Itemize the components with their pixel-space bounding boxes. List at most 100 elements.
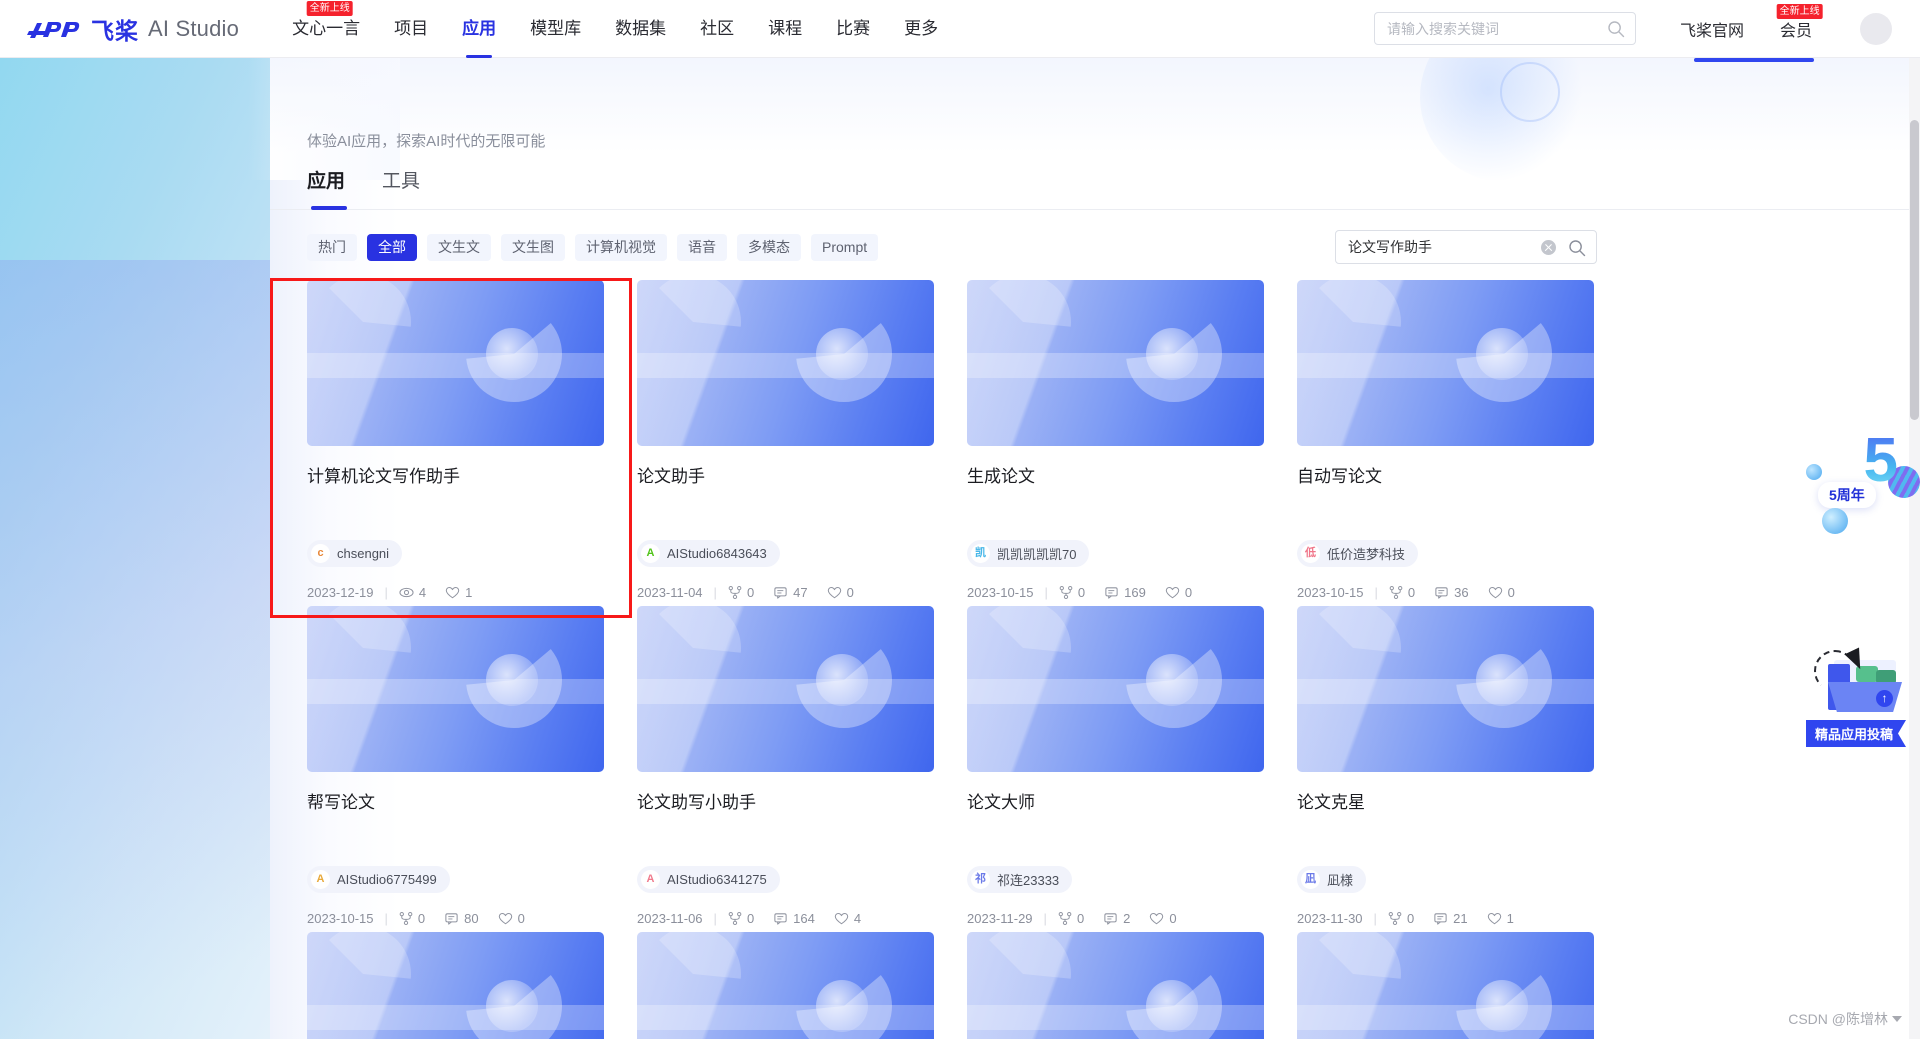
- filter-chip-3[interactable]: 文生图: [501, 234, 565, 261]
- app-submission-widget[interactable]: ↑ 精品应用投稿: [1800, 638, 1920, 748]
- likes-stat[interactable]: 0: [1165, 585, 1192, 600]
- filter-chip-6[interactable]: 多模态: [737, 234, 801, 261]
- nav-item-6[interactable]: 课程: [751, 0, 819, 58]
- app-card-thumbnail[interactable]: [307, 606, 604, 772]
- app-card[interactable]: 自动写论文低低价造梦科技2023-10-15|0360: [1297, 280, 1594, 600]
- clear-search-icon[interactable]: [1541, 240, 1556, 255]
- app-card-thumbnail[interactable]: [307, 280, 604, 446]
- app-card[interactable]: 论文克星凪凪様2023-11-30|0211: [1297, 606, 1594, 926]
- filter-chip-2[interactable]: 文生文: [427, 234, 491, 261]
- top-link-1[interactable]: 全新上线会员: [1780, 17, 1812, 41]
- nav-item-2[interactable]: 应用: [445, 0, 513, 58]
- app-card[interactable]: 生成论文凯凯凯凯凯凯702023-10-15|01690: [967, 280, 1264, 600]
- nav-item-label: 项目: [394, 19, 428, 38]
- app-card[interactable]: 帮写论文AAIStudio67754992023-10-15|0800: [307, 606, 604, 926]
- app-card-thumbnail[interactable]: [1297, 932, 1594, 1039]
- app-search-icon[interactable]: [1568, 239, 1586, 257]
- app-card-author[interactable]: AAIStudio6341275: [637, 866, 780, 893]
- tab-1[interactable]: 工具: [382, 152, 420, 210]
- app-card[interactable]: [637, 932, 934, 1039]
- app-card-title[interactable]: 自动写论文: [1297, 465, 1594, 489]
- app-card-author[interactable]: cchsengni: [307, 540, 402, 567]
- nav-item-7[interactable]: 比赛: [819, 0, 887, 58]
- app-card[interactable]: [307, 932, 604, 1039]
- likes-stat[interactable]: 0: [498, 911, 525, 926]
- app-card-author[interactable]: AAIStudio6775499: [307, 866, 450, 893]
- app-card-thumbnail[interactable]: [637, 932, 934, 1039]
- likes-icon: [827, 585, 842, 600]
- app-card-title[interactable]: 帮写论文: [307, 791, 604, 815]
- fork-icon: [1388, 911, 1402, 926]
- app-card[interactable]: 计算机论文写作助手cchsengni2023-12-19|41: [307, 280, 604, 600]
- app-card-thumbnail[interactable]: [967, 280, 1264, 446]
- filter-chip-5[interactable]: 语音: [677, 234, 727, 261]
- app-card-author[interactable]: AAIStudio6843643: [637, 540, 780, 567]
- app-card-thumbnail[interactable]: [967, 932, 1264, 1039]
- user-avatar[interactable]: [1860, 13, 1892, 45]
- app-card-author[interactable]: 低低价造梦科技: [1297, 540, 1418, 567]
- filter-chip-1[interactable]: 全部: [367, 234, 417, 261]
- anniversary-widget[interactable]: 5 5周年: [1802, 430, 1920, 538]
- app-card-author[interactable]: 祁祁连23333: [967, 866, 1072, 893]
- filter-chip-group: 热门全部文生文文生图计算机视觉语音多模态 Prompt: [307, 234, 888, 261]
- likes-stat[interactable]: 4: [834, 911, 861, 926]
- app-card-meta: 2023-10-15|0800: [307, 911, 604, 926]
- scrollbar-thumb[interactable]: [1910, 120, 1919, 420]
- app-card-title[interactable]: 计算机论文写作助手: [307, 465, 604, 489]
- top-link-0[interactable]: 飞桨官网: [1680, 17, 1744, 41]
- app-card[interactable]: [1297, 932, 1594, 1039]
- app-card-title[interactable]: 论文助手: [637, 465, 934, 489]
- app-card-date: 2023-10-15: [307, 911, 374, 926]
- views-count: 4: [419, 585, 426, 600]
- global-search-input[interactable]: [1387, 21, 1597, 37]
- brand-logo[interactable]: 飞桨 AI Studio: [27, 12, 239, 46]
- app-card-thumbnail[interactable]: [307, 932, 604, 1039]
- app-card-thumbnail[interactable]: [967, 606, 1264, 772]
- likes-stat[interactable]: 1: [1487, 911, 1514, 926]
- app-card-thumbnail[interactable]: [1297, 280, 1594, 446]
- likes-count: 1: [465, 585, 472, 600]
- nav-item-1[interactable]: 项目: [377, 0, 445, 58]
- app-card-title[interactable]: 论文助写小助手: [637, 791, 934, 815]
- app-card[interactable]: [967, 932, 1264, 1039]
- comments-stat: 80: [444, 911, 478, 926]
- app-card-title[interactable]: 生成论文: [967, 465, 1264, 489]
- author-avatar: A: [311, 870, 330, 889]
- app-card[interactable]: 论文助手AAIStudio68436432023-11-04|0470: [637, 280, 934, 600]
- likes-stat[interactable]: 0: [1149, 911, 1176, 926]
- global-search-box[interactable]: [1374, 12, 1636, 45]
- likes-stat[interactable]: 0: [827, 585, 854, 600]
- app-card[interactable]: 论文大师祁祁连233332023-11-29|020: [967, 606, 1264, 926]
- submission-ribbon-label[interactable]: 精品应用投稿: [1806, 720, 1906, 747]
- filter-chip-7[interactable]: Prompt: [811, 234, 878, 261]
- app-card-title[interactable]: 论文大师: [967, 791, 1264, 815]
- search-icon[interactable]: [1607, 20, 1625, 38]
- scrollbar-track[interactable]: [1909, 58, 1920, 1039]
- likes-stat[interactable]: 0: [1488, 585, 1515, 600]
- app-card-author[interactable]: 凪凪様: [1297, 866, 1366, 893]
- app-card-author[interactable]: 凯凯凯凯凯凯70: [967, 540, 1089, 567]
- tab-0[interactable]: 应用: [307, 152, 345, 210]
- app-card-thumbnail[interactable]: [637, 280, 934, 446]
- forks-count: 0: [1078, 585, 1085, 600]
- likes-stat[interactable]: 1: [445, 585, 472, 600]
- views-stat: 4: [399, 585, 426, 600]
- app-search-box[interactable]: [1335, 230, 1597, 264]
- comments-stat: 36: [1434, 585, 1468, 600]
- filter-chip-0[interactable]: 热门: [307, 234, 357, 261]
- nav-item-5[interactable]: 社区: [683, 0, 751, 58]
- app-card-thumbnail[interactable]: [1297, 606, 1594, 772]
- filter-chip-4[interactable]: 计算机视觉: [575, 234, 667, 261]
- nav-item-4[interactable]: 数据集: [598, 0, 683, 58]
- app-card-thumbnail[interactable]: [637, 606, 934, 772]
- nav-item-8[interactable]: 更多: [887, 0, 955, 58]
- nav-item-3[interactable]: 模型库: [513, 0, 598, 58]
- hero-subtitle: 体验AI应用，探索AI时代的无限可能: [307, 130, 545, 151]
- app-card[interactable]: 论文助写小助手AAIStudio63412752023-11-06|01644: [637, 606, 934, 926]
- thumbnail-circle-shape: [1476, 328, 1528, 380]
- app-card-title[interactable]: 论文克星: [1297, 791, 1594, 815]
- fork-icon: [1058, 911, 1072, 926]
- app-search-input[interactable]: [1348, 239, 1544, 255]
- nav-item-0[interactable]: 全新上线文心一言: [275, 0, 377, 58]
- nav-item-label: 社区: [700, 19, 734, 38]
